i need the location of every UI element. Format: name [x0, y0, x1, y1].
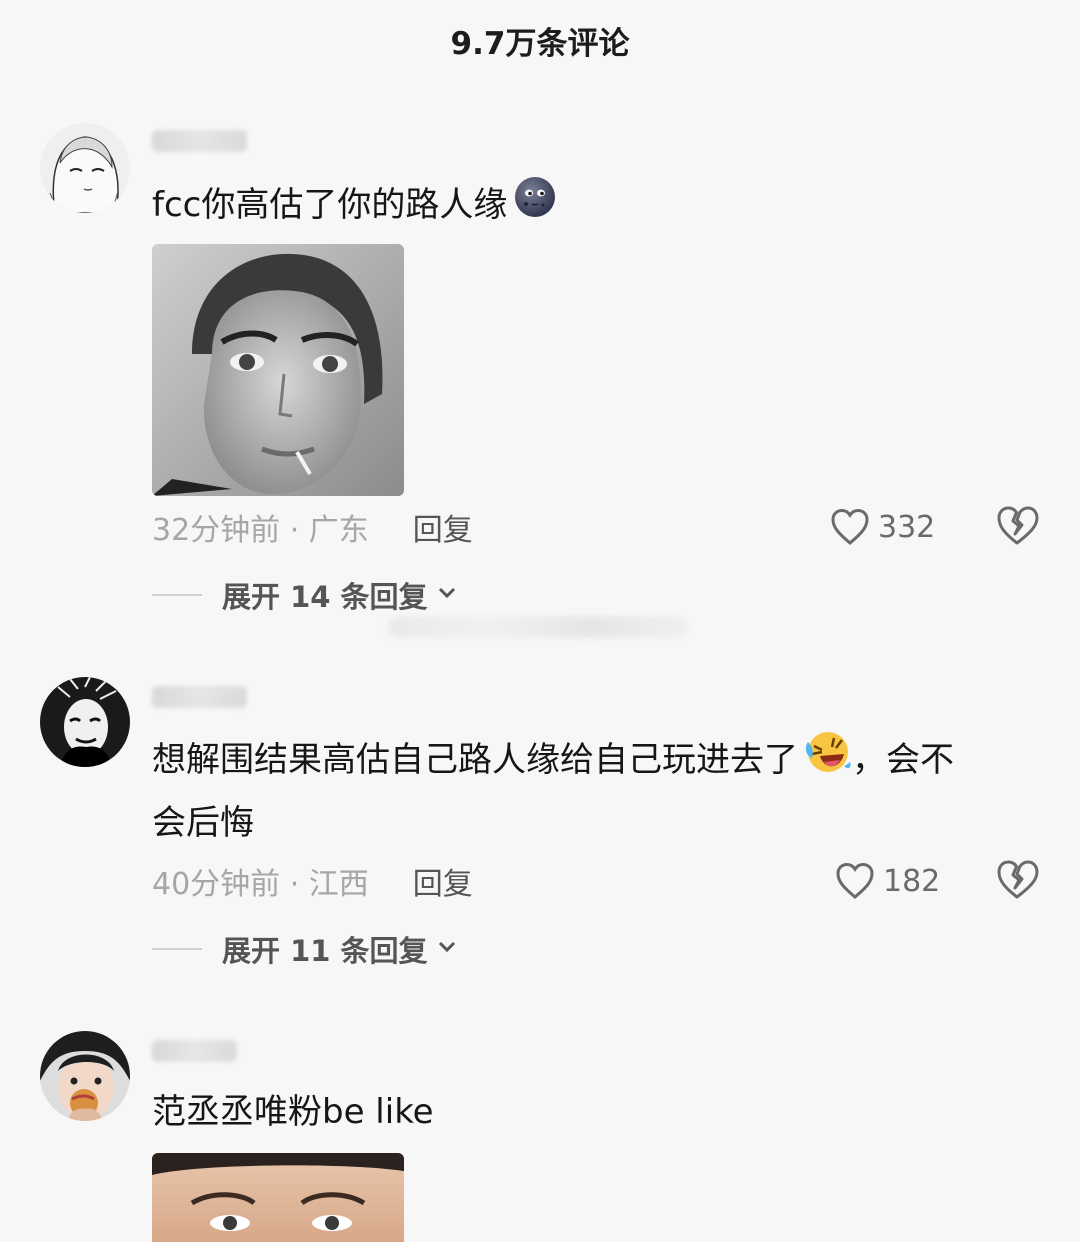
comment-text: fcc你高估了你的路人缘 — [152, 175, 557, 238]
broken-heart-icon — [997, 860, 1039, 899]
like-button[interactable]: 332 — [830, 505, 935, 549]
reply-button[interactable]: 回复 — [413, 859, 473, 903]
avatar[interactable] — [40, 1031, 130, 1121]
comment-text: 想解围结果高估自己路人缘给自己玩进去了 ，会不 会后悔 — [152, 730, 954, 853]
expand-replies-label: 展开 14 条回复 — [222, 580, 428, 614]
like-count: 182 — [883, 863, 941, 899]
comment-time-location: 40分钟前 · 江西 — [152, 867, 369, 902]
username-blurred[interactable] — [152, 686, 247, 708]
dislike-button[interactable] — [995, 505, 1039, 549]
comment-meta: 40分钟前 · 江西 回复 — [152, 859, 473, 903]
comments-header: 9.7万条评论 — [0, 0, 1080, 80]
like-count: 332 — [878, 509, 936, 545]
avatar[interactable] — [40, 677, 130, 767]
expand-replies-button[interactable]: 展开 11 条回复 — [152, 929, 458, 969]
username-blurred[interactable] — [152, 1040, 237, 1062]
comment-count-title: 9.7万条评论 — [450, 25, 630, 62]
comment-image-sticker[interactable] — [152, 1153, 404, 1242]
divider-line — [152, 594, 202, 596]
expand-replies-button[interactable]: 展开 14 条回复 — [152, 575, 458, 615]
like-button[interactable]: 182 — [835, 859, 940, 903]
avatar[interactable] — [40, 123, 130, 213]
heart-icon — [831, 508, 869, 545]
divider-line — [152, 948, 202, 950]
watermark-blurred — [388, 616, 688, 638]
chevron-down-icon — [436, 939, 458, 959]
username-blurred[interactable] — [152, 130, 247, 152]
heart-icon — [836, 862, 874, 899]
comment-time-location: 32分钟前 · 广东 — [152, 513, 369, 548]
new-moon-face-icon — [513, 175, 557, 238]
comment-image-sticker[interactable] — [152, 244, 404, 496]
comment-meta: 32分钟前 · 广东 回复 — [152, 505, 473, 549]
chevron-down-icon — [436, 585, 458, 605]
comment-text: 范丞丞唯粉be like — [152, 1092, 434, 1132]
reply-button[interactable]: 回复 — [413, 505, 473, 549]
dislike-button[interactable] — [995, 859, 1039, 903]
expand-replies-label: 展开 11 条回复 — [222, 934, 428, 968]
rolling-laughing-icon — [804, 730, 852, 793]
broken-heart-icon — [997, 506, 1039, 545]
